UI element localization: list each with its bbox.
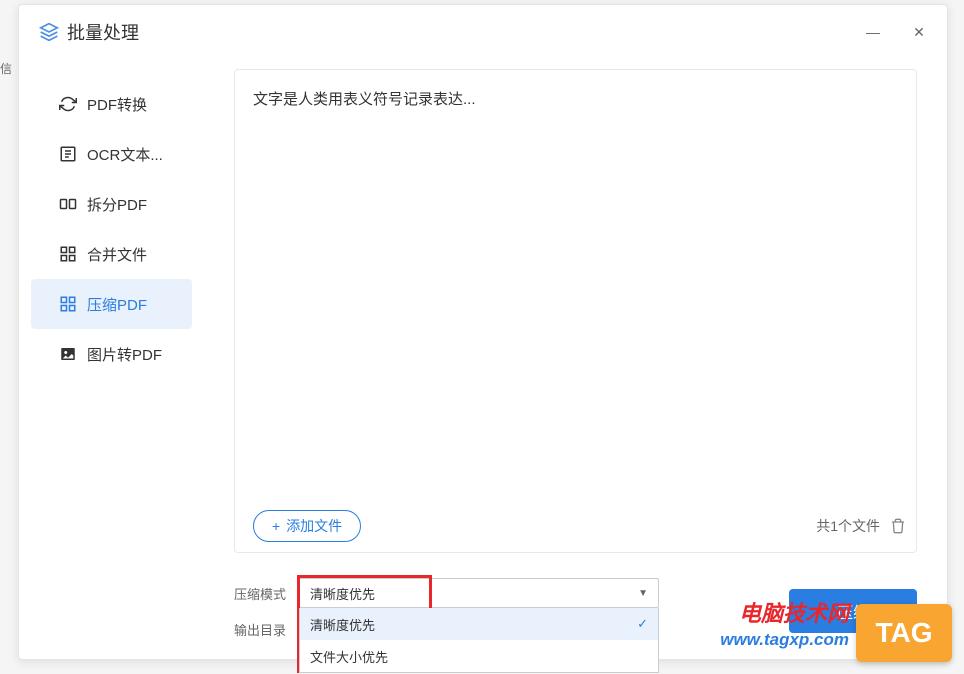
window-controls: — ✕	[865, 24, 927, 40]
output-dir-label: 输出目录	[234, 620, 299, 639]
watermark-tag: TAG	[856, 604, 952, 662]
sidebar-item-label: 图片转PDF	[87, 344, 162, 365]
merge-icon	[59, 245, 77, 263]
sidebar-item-compress[interactable]: 压缩PDF	[31, 279, 192, 329]
main-panel: 文字是人类用表义符号记录表达... + 添加文件 共1个文件	[204, 59, 947, 659]
actions-row: + 添加文件 共1个文件	[253, 502, 906, 542]
sidebar-item-pdf-convert[interactable]: PDF转换	[31, 79, 192, 129]
compress-mode-value: 清晰度优先	[310, 584, 375, 603]
add-file-label: 添加文件	[286, 516, 342, 536]
dropdown-option-clarity[interactable]: 清晰度优先 ✓	[300, 608, 658, 640]
sidebar-item-label: 压缩PDF	[87, 294, 147, 315]
file-count-wrap: 共1个文件	[816, 516, 906, 536]
sidebar-item-label: OCR文本...	[87, 144, 163, 165]
sidebar-item-label: 合并文件	[87, 244, 147, 265]
close-button[interactable]: ✕	[911, 24, 927, 40]
sidebar: PDF转换 OCR文本... 拆分PDF 合并文件	[19, 59, 204, 659]
sidebar-item-ocr[interactable]: OCR文本...	[31, 129, 192, 179]
file-preview-text: 文字是人类用表义符号记录表达...	[253, 91, 476, 108]
dropdown-option-label: 清晰度优先	[310, 615, 375, 634]
sidebar-item-label: 拆分PDF	[87, 194, 147, 215]
sidebar-item-split[interactable]: 拆分PDF	[31, 179, 192, 229]
image-icon	[59, 345, 77, 363]
sidebar-item-img2pdf[interactable]: 图片转PDF	[31, 329, 192, 379]
stack-icon	[39, 22, 59, 42]
body-area: PDF转换 OCR文本... 拆分PDF 合并文件	[19, 59, 947, 659]
watermark-line2: www.tagxp.com	[720, 630, 849, 650]
cropped-text: 信	[0, 60, 12, 77]
add-file-button[interactable]: + 添加文件	[253, 510, 361, 542]
sidebar-item-merge[interactable]: 合并文件	[31, 229, 192, 279]
title-left: 批量处理	[39, 19, 139, 45]
dropdown-option-filesize[interactable]: 文件大小优先	[300, 640, 658, 672]
trash-icon[interactable]	[890, 518, 906, 534]
app-window: 批量处理 — ✕ PDF转换 OCR文本...	[18, 4, 948, 660]
watermark-line1: 电脑技术网	[739, 596, 849, 628]
compress-mode-label: 压缩模式	[234, 584, 299, 603]
plus-icon: +	[272, 518, 280, 534]
file-count-text: 共1个文件	[816, 516, 880, 536]
compress-mode-dropdown: 清晰度优先 ✓ 文件大小优先	[299, 608, 659, 673]
ocr-icon	[59, 145, 77, 163]
sidebar-item-label: PDF转换	[87, 94, 147, 115]
file-list: 文字是人类用表义符号记录表达...	[253, 88, 906, 502]
window-title: 批量处理	[67, 19, 139, 45]
minimize-button[interactable]: —	[865, 24, 881, 40]
file-area: 文字是人类用表义符号记录表达... + 添加文件 共1个文件	[234, 69, 917, 553]
titlebar: 批量处理 — ✕	[19, 5, 947, 59]
compress-mode-select-wrap: 清晰度优先 ▼ 清晰度优先 ✓ 文件大小优先	[299, 578, 659, 608]
dropdown-option-label: 文件大小优先	[310, 647, 388, 666]
check-icon: ✓	[637, 616, 648, 632]
compress-icon	[59, 295, 77, 313]
convert-icon	[59, 95, 77, 113]
compress-mode-select[interactable]: 清晰度优先 ▼	[299, 578, 659, 608]
caret-down-icon: ▼	[638, 588, 648, 599]
split-icon	[59, 195, 77, 213]
